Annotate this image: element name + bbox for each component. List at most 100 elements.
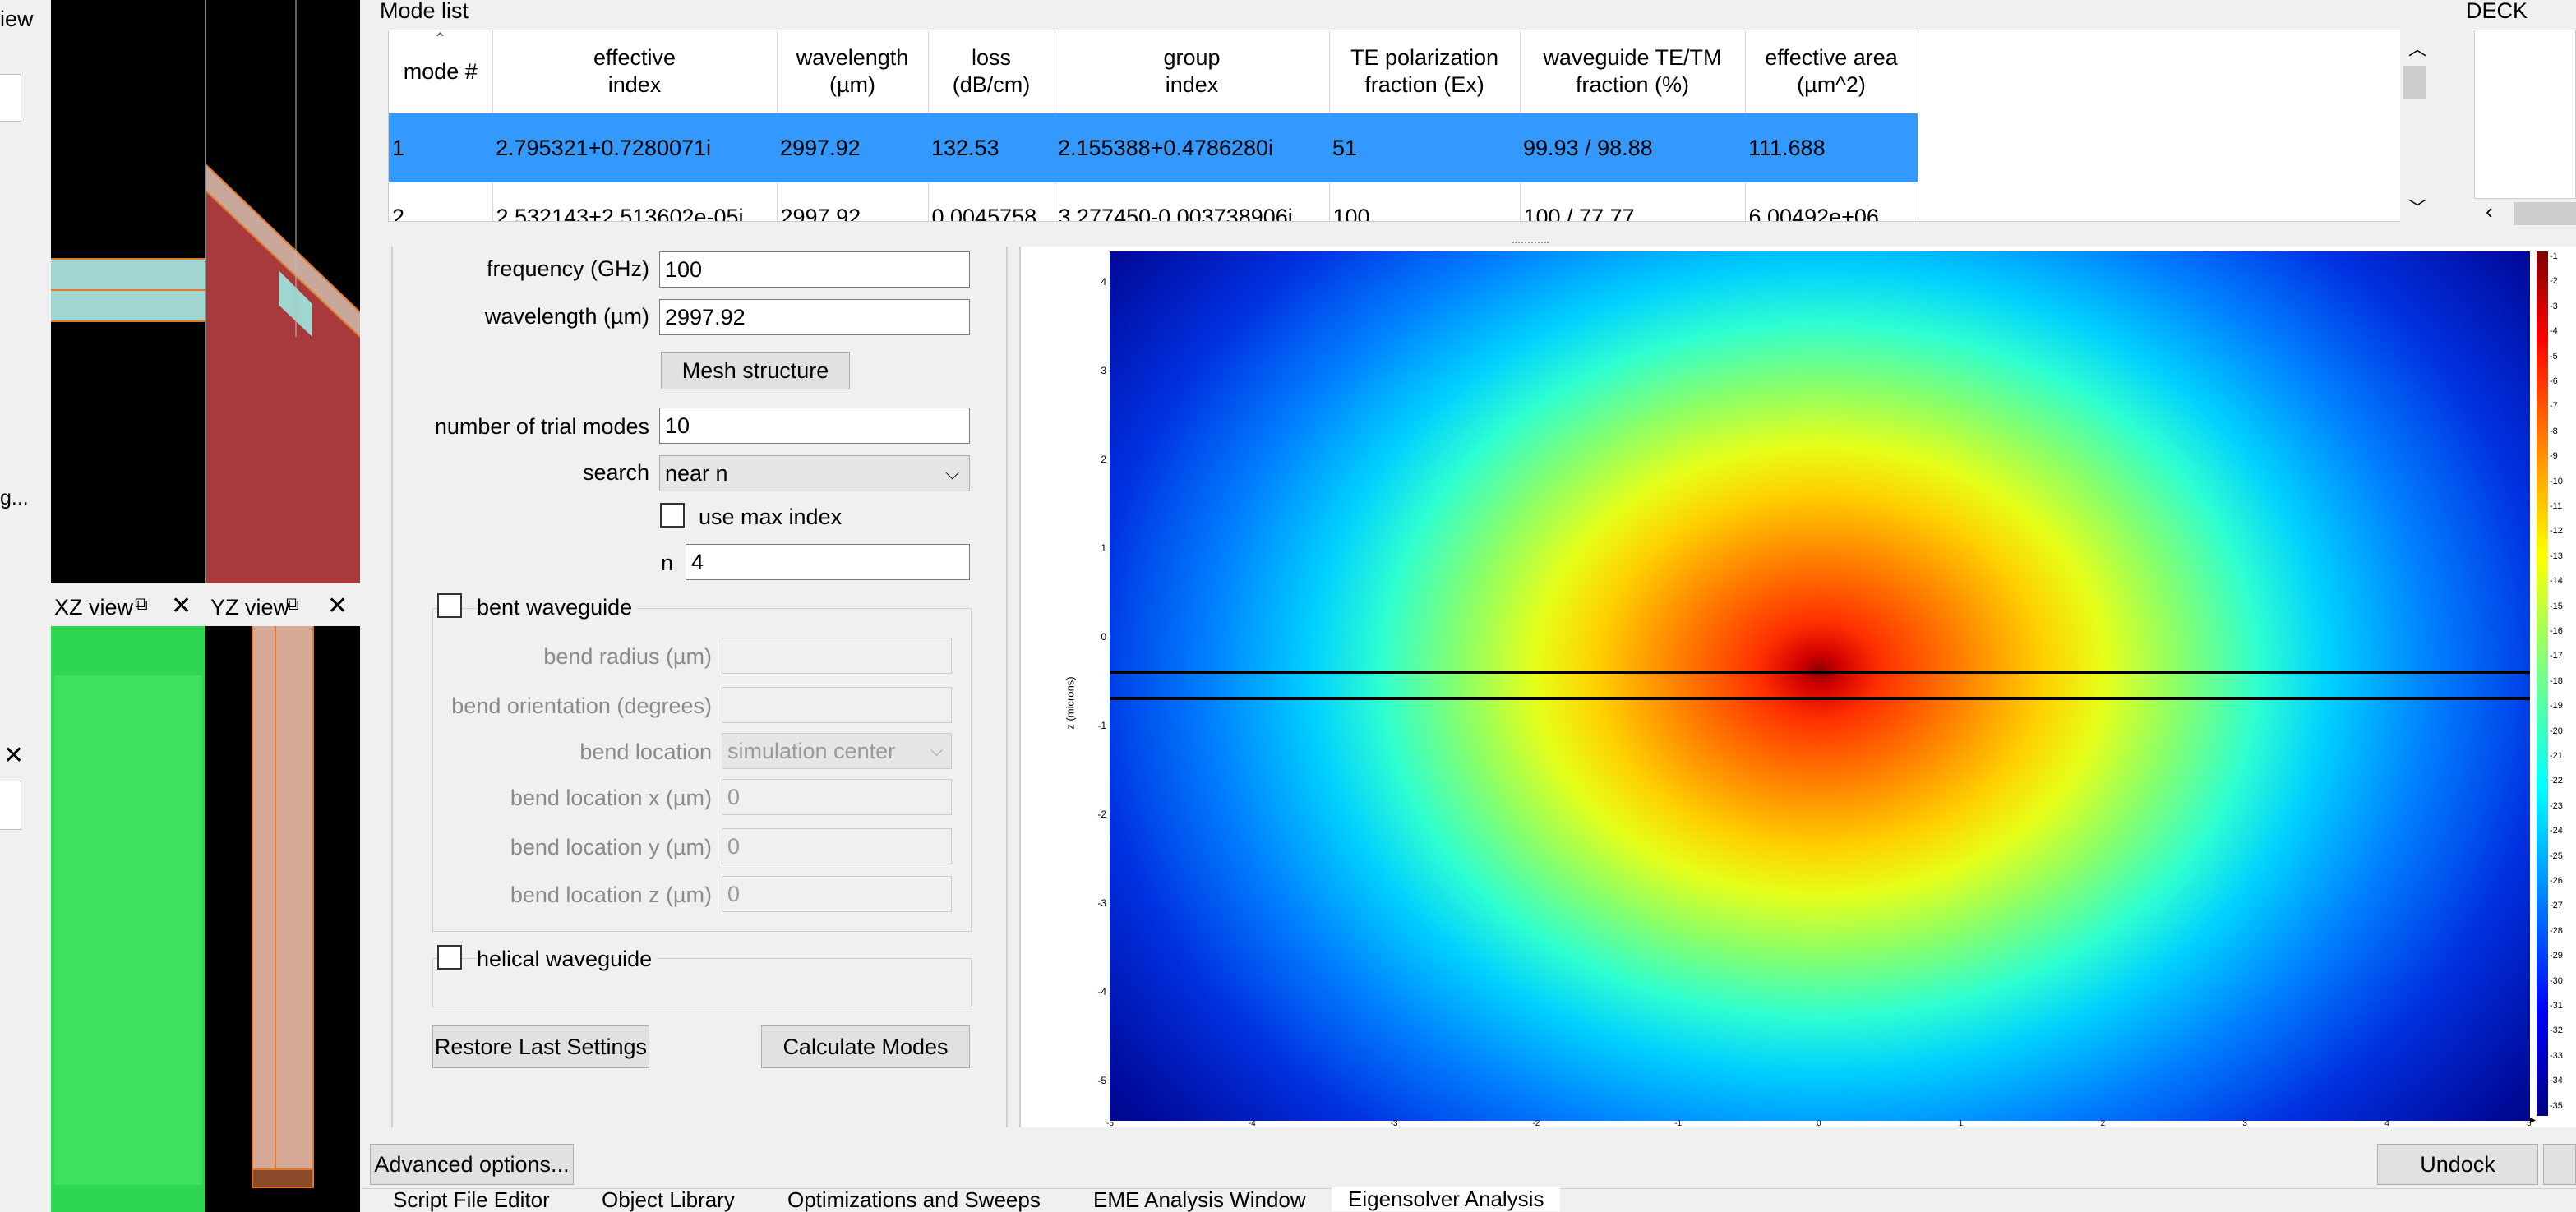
colorbar-tick-label: -26 — [2550, 876, 2563, 886]
sort-indicator-icon[interactable]: ⌃ — [433, 30, 447, 49]
x-tick-label: -3 — [1390, 1119, 1398, 1128]
y-tick-label: -5 — [1097, 1075, 1106, 1086]
partial-input[interactable] — [0, 74, 21, 122]
y-tick-label: -4 — [1097, 986, 1106, 998]
colorbar-tick-label: -20 — [2550, 726, 2563, 736]
colorbar-tick-label: -32 — [2550, 1025, 2563, 1036]
column-header[interactable]: effective area (µm^2) — [1745, 30, 1918, 113]
use-max-index-checkbox[interactable] — [660, 503, 685, 528]
deck-title: DECK — [2466, 0, 2528, 23]
bend-x-input: 0 — [722, 779, 952, 815]
calculate-modes-button[interactable]: Calculate Modes — [761, 1025, 970, 1068]
x-tick-label: -5 — [1106, 1119, 1114, 1128]
column-header[interactable]: waveguide TE/TM fraction (%) — [1520, 30, 1746, 113]
mode-list-table: mode # effective index wavelength (µm) loss… — [389, 30, 1918, 221]
xz-view-title: XZ view — [54, 595, 134, 620]
interface-line-top — [1110, 671, 2530, 674]
table-row[interactable]: 1 2.795321+0.7280071i 2997.92 132.53 2.15538… — [389, 113, 1918, 182]
deck-scroll-thumb[interactable] — [2514, 202, 2576, 225]
xz-view[interactable] — [51, 626, 205, 1212]
mode-list-scrollbar[interactable]: ︿ ﹀ — [2400, 30, 2430, 222]
table-cell: 132.53 — [931, 135, 999, 160]
scroll-thumb[interactable] — [2403, 66, 2426, 99]
x-tick-label: 3 — [2242, 1119, 2247, 1128]
y-tick-label: -1 — [1097, 720, 1106, 731]
column-header[interactable]: loss (dB/cm) — [928, 30, 1055, 113]
close-icon[interactable]: ✕ — [171, 592, 192, 620]
colorbar-tick-label: -2 — [2550, 276, 2558, 287]
colorbar-tick-label: -14 — [2550, 576, 2563, 587]
table-cell: 111.688 — [1748, 135, 1826, 160]
undock-button[interactable]: Undock — [2377, 1144, 2538, 1185]
deck-scrollbar[interactable]: ‹ — [2474, 199, 2576, 228]
mesh-structure-button[interactable]: Mesh structure — [661, 352, 850, 389]
y-tick-label: 0 — [1101, 631, 1106, 643]
search-label: search — [582, 460, 649, 485]
colorbar-tick-label: -1 — [2550, 251, 2558, 261]
tab-eigensolver-analysis[interactable]: Eigensolver Analysis — [1332, 1187, 1561, 1211]
y-tick-label: 2 — [1101, 454, 1106, 465]
table-cell: 6.00492e+06 — [1745, 182, 1918, 221]
colorbar-tick-label: -29 — [2550, 951, 2563, 961]
field-intensity-plot[interactable] — [1110, 251, 2530, 1121]
colorbar-tick-label: -16 — [2550, 626, 2563, 636]
yz-view[interactable] — [205, 626, 360, 1212]
float-icon[interactable]: ⧉ — [286, 593, 299, 615]
n-input[interactable]: 4 — [686, 544, 970, 580]
colorbar-tick-label: -7 — [2550, 401, 2558, 412]
close-icon[interactable]: ✕ — [327, 592, 348, 620]
colorbar-tick-label: -3 — [2550, 301, 2558, 311]
colorbar-tick-label: -4 — [2550, 326, 2558, 337]
wavelength-input[interactable]: 2997.92 — [659, 299, 970, 335]
column-header[interactable]: effective index — [492, 30, 778, 113]
tab-eme-analysis-window[interactable]: EME Analysis Window — [1093, 1187, 1306, 1212]
partial-field[interactable] — [0, 781, 21, 830]
bend-radius-label: bend radius (µm) — [543, 644, 712, 669]
tab-object-library[interactable]: Object Library — [602, 1187, 735, 1212]
deck-panel[interactable] — [2474, 30, 2576, 199]
search-select[interactable]: near n ⌵ — [659, 455, 970, 491]
scroll-left-icon[interactable]: ‹ — [2486, 199, 2493, 224]
frequency-input[interactable]: 100 — [659, 251, 970, 288]
column-header[interactable]: group index — [1055, 30, 1330, 113]
bent-waveguide-checkbox[interactable] — [437, 593, 462, 618]
colorbar-tick-label: -13 — [2550, 551, 2563, 561]
use-max-index-label: use max index — [699, 505, 843, 529]
column-header[interactable]: wavelength (µm) — [777, 30, 929, 113]
column-header[interactable]: TE polarization fraction (Ex) — [1329, 30, 1521, 113]
table-cell: 2997.92 — [777, 182, 929, 221]
partial-button[interactable] — [2543, 1144, 2576, 1185]
view-label[interactable]: iew — [0, 7, 34, 32]
scroll-down-icon[interactable]: ﹀ — [2408, 194, 2426, 220]
table-cell: 1 — [392, 135, 405, 160]
waveguide-base — [252, 1168, 314, 1188]
x-tick-label: -4 — [1248, 1119, 1256, 1128]
view-orange-line — [51, 289, 205, 291]
trial-modes-input[interactable]: 10 — [659, 408, 970, 444]
colorbar-tick-label: -9 — [2550, 451, 2558, 462]
panel-left-border — [391, 247, 393, 1127]
float-icon[interactable]: ⧉ — [135, 593, 148, 615]
search-select-value: near n — [665, 461, 728, 486]
scroll-up-icon[interactable]: ︿ — [2408, 35, 2426, 61]
top-right-view[interactable] — [205, 0, 360, 583]
table-cell: 51 — [1332, 135, 1358, 160]
table-row[interactable]: 2 2.532143+2.513602e-05i 2997.92 0.0045758 3… — [389, 182, 1918, 221]
mode-list-title: Mode list — [380, 0, 469, 23]
bend-radius-input — [722, 638, 952, 674]
colorbar-handle-icon[interactable]: ▸ — [2530, 1113, 2536, 1127]
left-partial-panel: iew g... ✕ — [0, 0, 34, 1212]
colorbar-tick-label: -19 — [2550, 701, 2563, 712]
colorbar-tick-label: -15 — [2550, 601, 2563, 611]
advanced-options-button[interactable]: Advanced options... — [370, 1144, 574, 1185]
table-cell: 3.277450-0.003738906i — [1055, 182, 1330, 221]
colorbar-tick-label: -35 — [2550, 1100, 2563, 1111]
top-left-view[interactable] — [51, 0, 205, 583]
tab-script-file-editor[interactable]: Script File Editor — [393, 1187, 550, 1212]
y-tick-label: 1 — [1101, 542, 1106, 554]
tab-optimizations-and-sweeps[interactable]: Optimizations and Sweeps — [787, 1187, 1041, 1212]
helical-waveguide-checkbox[interactable] — [437, 945, 462, 970]
close-icon[interactable]: ✕ — [3, 741, 24, 770]
table-cell: 2.532143+2.513602e-05i — [492, 182, 778, 221]
restore-last-settings-button[interactable]: Restore Last Settings — [432, 1025, 649, 1068]
